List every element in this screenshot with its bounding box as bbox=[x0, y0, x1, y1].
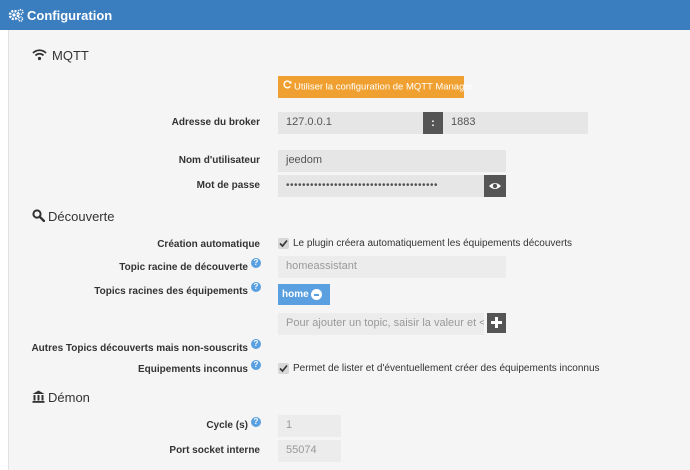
help-icon[interactable]: ? bbox=[251, 360, 261, 370]
username-input[interactable]: jeedom bbox=[278, 150, 506, 172]
mqtt-manager-button-label: Utiliser la configuration de MQTT Manage… bbox=[294, 81, 473, 93]
discovery-root-topic-label: Topic racine de découverte bbox=[119, 262, 248, 273]
section-title-discovery: Découverte bbox=[48, 209, 115, 224]
equipment-root-topics-label: Topics racines des équipements bbox=[94, 286, 248, 297]
socket-port-input[interactable]: 55074 bbox=[278, 440, 341, 462]
search-icon bbox=[32, 209, 46, 225]
help-icon[interactable]: ? bbox=[251, 417, 261, 427]
add-topic-button[interactable] bbox=[487, 313, 506, 333]
auto-creation-description: Le plugin créera automatiquement les équ… bbox=[293, 238, 573, 249]
institution-icon bbox=[32, 390, 45, 406]
wifi-icon bbox=[32, 48, 47, 64]
username-label: Nom d'utilisateur bbox=[178, 155, 260, 166]
discovery-root-topic-input[interactable]: homeassistant bbox=[278, 256, 506, 278]
broker-separator: : bbox=[423, 112, 443, 134]
section-title-daemon: Démon bbox=[48, 390, 90, 405]
refresh-icon bbox=[283, 76, 292, 98]
password-label: Mot de passe bbox=[196, 180, 260, 191]
show-password-button[interactable] bbox=[484, 175, 506, 197]
topic-tag-label: home bbox=[282, 289, 309, 300]
password-input[interactable]: •••••••••••••••••••••••••••••••••••••• bbox=[278, 175, 484, 197]
broker-host-input[interactable]: 127.0.0.1 bbox=[278, 112, 423, 134]
unknown-equipment-description: Permet de lister et d'éventuellement cré… bbox=[293, 363, 600, 374]
eye-icon bbox=[488, 181, 502, 194]
cycle-label: Cycle (s) bbox=[206, 420, 248, 431]
topic-tag: home bbox=[278, 284, 330, 305]
help-icon[interactable]: ? bbox=[251, 339, 261, 349]
broker-port-input[interactable]: 1883 bbox=[443, 112, 588, 134]
auto-creation-checkbox[interactable] bbox=[278, 238, 289, 249]
remove-tag-icon[interactable] bbox=[311, 289, 322, 300]
section-title-mqtt: MQTT bbox=[52, 48, 89, 63]
add-topic-input[interactable]: Pour ajouter un topic, saisir la valeur … bbox=[278, 313, 484, 335]
unknown-equipment-label: Equipements inconnus bbox=[137, 364, 248, 375]
plus-icon bbox=[491, 317, 502, 331]
other-topics-label: Autres Topics découverts mais non-souscr… bbox=[31, 343, 248, 354]
mqtt-manager-button[interactable]: Utiliser la configuration de MQTT Manage… bbox=[278, 76, 473, 98]
help-icon[interactable]: ? bbox=[251, 282, 261, 292]
config-title: Configuration bbox=[27, 8, 113, 23]
help-icon[interactable]: ? bbox=[251, 258, 261, 268]
auto-creation-label: Création automatique bbox=[157, 239, 260, 250]
broker-label: Adresse du broker bbox=[171, 117, 260, 128]
socket-port-label: Port socket interne bbox=[169, 445, 260, 456]
gears-icon bbox=[8, 8, 24, 25]
config-header: Configuration bbox=[0, 0, 690, 30]
cycle-input[interactable]: 1 bbox=[278, 415, 341, 437]
unknown-equipment-checkbox[interactable] bbox=[278, 363, 289, 374]
